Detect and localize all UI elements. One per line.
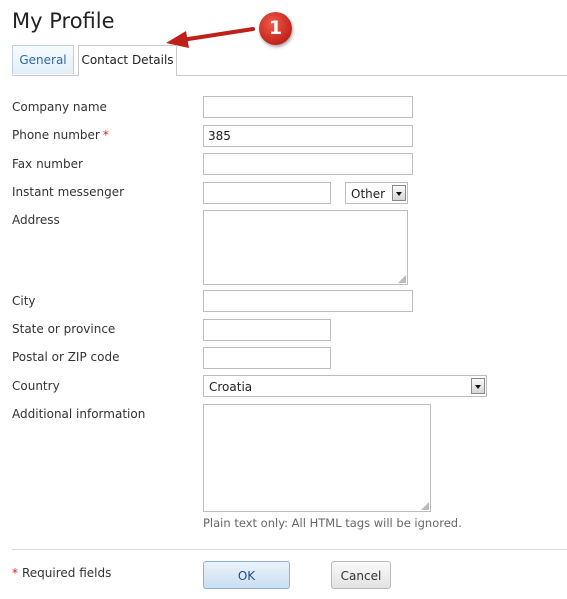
address-textarea[interactable] xyxy=(203,210,408,285)
country-label: Country xyxy=(12,379,60,393)
cancel-button[interactable]: Cancel xyxy=(331,561,391,589)
resize-handle-icon[interactable] xyxy=(421,502,429,510)
resize-handle-icon[interactable] xyxy=(398,275,406,283)
state-input[interactable] xyxy=(203,319,331,341)
company-name-input[interactable] xyxy=(203,96,413,118)
page-title: My Profile xyxy=(12,9,115,33)
callout-badge: 1 xyxy=(259,12,292,45)
country-value: Croatia xyxy=(209,380,253,394)
messenger-type-select[interactable]: Other xyxy=(345,182,408,204)
chevron-down-icon[interactable] xyxy=(392,185,406,201)
postal-code-input[interactable] xyxy=(203,347,331,369)
additional-info-textarea[interactable] xyxy=(203,404,431,512)
country-select[interactable]: Croatia xyxy=(203,375,487,397)
instant-messenger-label: Instant messenger xyxy=(12,185,125,199)
footer-divider xyxy=(12,549,567,550)
required-marker: * xyxy=(102,128,109,142)
company-name-label: Company name xyxy=(12,100,107,114)
postal-code-label: Postal or ZIP code xyxy=(12,350,120,364)
fax-number-label: Fax number xyxy=(12,157,83,171)
required-fields-note: * Required fields xyxy=(12,566,111,580)
phone-number-label-text: Phone number xyxy=(12,128,100,142)
chevron-down-icon[interactable] xyxy=(471,378,485,394)
plain-text-hint: Plain text only: All HTML tags will be i… xyxy=(203,516,462,530)
fax-number-input[interactable] xyxy=(203,153,413,175)
tab-general[interactable]: General xyxy=(12,45,74,74)
phone-number-label: Phone number * xyxy=(12,128,109,142)
phone-number-input[interactable] xyxy=(203,125,413,147)
tab-contact-details[interactable]: Contact Details xyxy=(78,45,177,76)
required-fields-text: Required fields xyxy=(22,566,112,580)
address-label: Address xyxy=(12,213,60,227)
tab-bar: General Contact Details xyxy=(12,45,567,76)
instant-messenger-input[interactable] xyxy=(203,182,331,204)
state-label: State or province xyxy=(12,322,116,336)
required-marker: * xyxy=(12,566,18,580)
city-label: City xyxy=(12,294,36,308)
messenger-type-value: Other xyxy=(351,187,386,201)
ok-button[interactable]: OK xyxy=(203,561,290,589)
city-input[interactable] xyxy=(203,290,413,312)
additional-info-label: Additional information xyxy=(12,407,146,421)
